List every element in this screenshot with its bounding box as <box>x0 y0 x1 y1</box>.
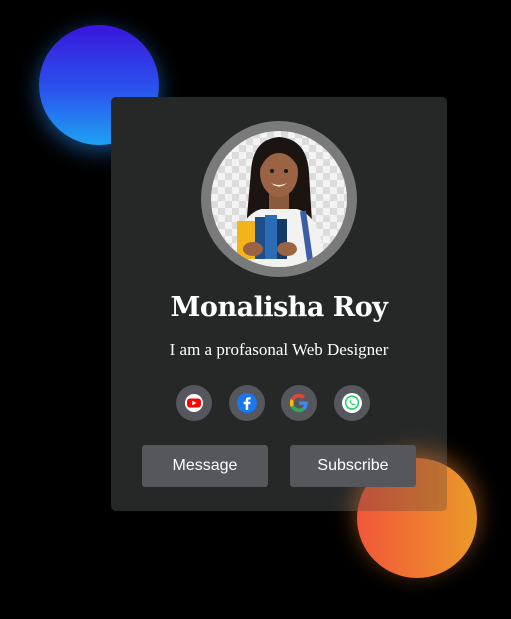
avatar <box>211 131 347 267</box>
avatar-illustration <box>233 137 325 267</box>
facebook-link[interactable] <box>229 385 265 421</box>
google-link[interactable] <box>281 385 317 421</box>
profile-name: Monalisha Roy <box>170 292 388 323</box>
youtube-link[interactable] <box>176 385 212 421</box>
facebook-icon <box>237 393 257 413</box>
google-icon <box>289 393 308 413</box>
whatsapp-icon <box>342 393 362 413</box>
message-button[interactable]: Message <box>142 445 268 487</box>
scene: Monalisha Roy I am a profasonal Web Desi… <box>0 0 511 619</box>
whatsapp-link[interactable] <box>334 385 370 421</box>
profile-tagline: I am a profasonal Web Designer <box>169 340 389 359</box>
youtube-icon <box>185 394 203 412</box>
subscribe-button[interactable]: Subscribe <box>290 445 416 487</box>
